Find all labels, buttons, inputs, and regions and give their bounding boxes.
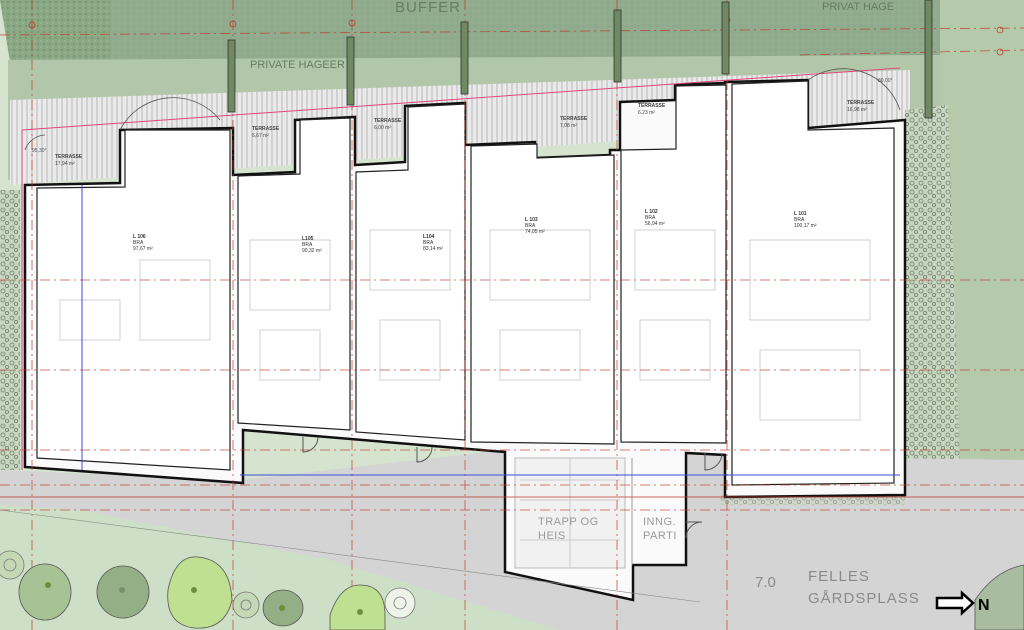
svg-text:6,23 m²: 6,23 m² xyxy=(638,110,655,116)
svg-text:97,67 m²: 97,67 m² xyxy=(133,246,153,252)
north-label: N xyxy=(978,597,990,614)
unit-box-103 xyxy=(470,143,615,445)
felles-label: FELLES xyxy=(808,568,870,585)
svg-text:TERRASSE: TERRASSE xyxy=(638,103,666,109)
svg-text:56,04 m²: 56,04 m² xyxy=(645,221,665,227)
trapp-label: TRAPP OG xyxy=(538,516,599,528)
privat-hage-label: PRIVAT HAGE xyxy=(822,1,894,13)
gardsplass-label: GÅRDSPLASS xyxy=(808,590,920,607)
svg-text:6,67 m²: 6,67 m² xyxy=(252,133,269,139)
svg-text:16,98 m²: 16,98 m² xyxy=(847,107,867,113)
svg-text:7,08 m²: 7,08 m² xyxy=(560,123,577,129)
tree-1 xyxy=(18,563,72,621)
svg-text:83,14 m²: 83,14 m² xyxy=(423,246,443,252)
svg-text:TERRASSE: TERRASSE xyxy=(252,126,280,132)
heis-label: HEIS xyxy=(538,530,566,542)
apartment-units xyxy=(36,80,895,486)
site-plan-drawing: BUFFER PRIVAT HAGE PRIVATE HAGEER TERRAS… xyxy=(0,0,1024,630)
svg-text:TERRASSE: TERRASSE xyxy=(55,154,83,160)
elevation-label: 7.0 xyxy=(755,574,776,591)
svg-text:17,94 m²: 17,94 m² xyxy=(55,161,75,167)
svg-text:TERRASSE: TERRASSE xyxy=(847,100,875,106)
svg-text:TERRASSE: TERRASSE xyxy=(374,118,402,124)
svg-text:100,17 m²: 100,17 m² xyxy=(794,223,817,229)
site-plan-svg: BUFFER PRIVAT HAGE PRIVATE HAGEER TERRAS… xyxy=(0,0,1024,630)
svg-text:74,05 m²: 74,05 m² xyxy=(525,229,545,235)
svg-text:95,30°: 95,30° xyxy=(32,148,47,154)
svg-text:90,32 m²: 90,32 m² xyxy=(302,248,322,254)
svg-text:6,00 m²: 6,00 m² xyxy=(374,125,391,131)
shrub-strip-left xyxy=(0,190,20,470)
private-hageer-label: PRIVATE HAGEER xyxy=(250,59,345,71)
svg-text:TERRASSE: TERRASSE xyxy=(560,116,588,122)
parti-label: PARTI xyxy=(643,530,677,542)
buffer-label: BUFFER xyxy=(395,0,461,16)
inng-label: INNG. xyxy=(643,516,676,528)
svg-text:80,00°: 80,00° xyxy=(878,78,893,84)
